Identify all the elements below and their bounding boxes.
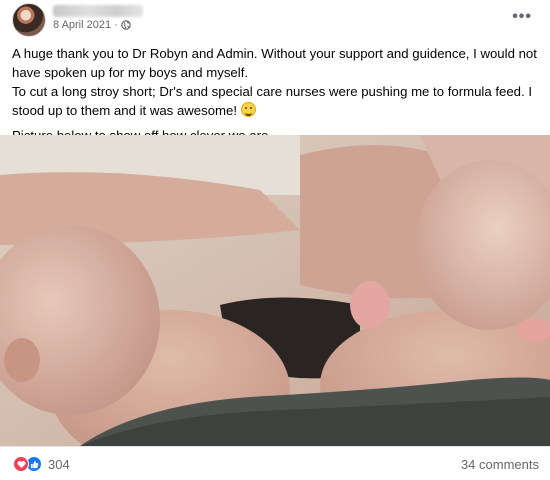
post-photo[interactable] xyxy=(0,135,550,446)
meta-separator: · xyxy=(114,19,118,31)
post-meta: 8 April 2021 · xyxy=(53,19,131,31)
facebook-post: 8 April 2021 · ••• A huge thank you to D… xyxy=(0,0,550,480)
reactions-summary[interactable]: 304 xyxy=(13,456,70,472)
post-footer: 304 34 comments xyxy=(0,446,550,480)
post-text-line-2: To cut a long stroy short; Dr's and spec… xyxy=(12,82,542,120)
post-text-line-2-content: To cut a long stroy short; Dr's and spec… xyxy=(12,84,533,118)
post-date[interactable]: 8 April 2021 xyxy=(53,19,111,31)
photo-illustration xyxy=(0,135,550,446)
more-options-icon[interactable]: ••• xyxy=(512,9,532,25)
post-text: A huge thank you to Dr Robyn and Admin. … xyxy=(12,44,542,145)
author-avatar[interactable] xyxy=(12,3,46,37)
comments-count-link[interactable]: 34 comments xyxy=(461,457,539,472)
love-reaction-icon xyxy=(13,456,29,472)
post-text-line-1: A huge thank you to Dr Robyn and Admin. … xyxy=(12,46,537,80)
globe-icon[interactable] xyxy=(120,20,131,30)
reaction-count: 304 xyxy=(48,456,70,472)
grinning-face-emoji xyxy=(240,102,256,117)
author-name-blurred[interactable] xyxy=(53,5,143,17)
post-header: 8 April 2021 · ••• xyxy=(0,0,550,40)
